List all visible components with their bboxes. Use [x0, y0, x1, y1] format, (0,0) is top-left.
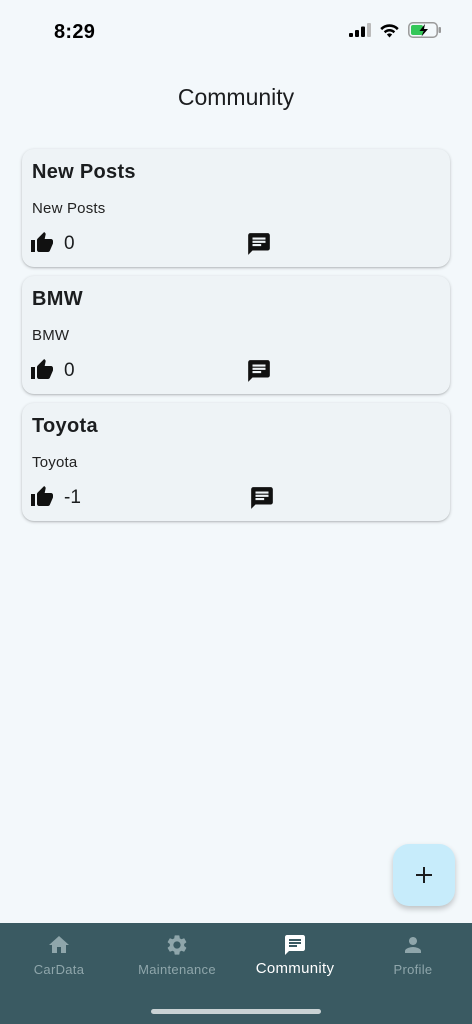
post-title: New Posts [32, 161, 136, 183]
comment-icon[interactable] [246, 231, 272, 257]
add-post-button[interactable] [393, 844, 455, 906]
post-body: Toyota [32, 454, 78, 471]
chat-icon [285, 935, 305, 955]
thumbs-up-icon[interactable] [30, 358, 54, 382]
battery-charging-icon [408, 22, 441, 38]
nav-item-community[interactable]: Community [236, 923, 354, 1003]
nav-item-cardata[interactable]: CarData [0, 923, 118, 1003]
post-body: BMW [32, 327, 70, 344]
nav-label: Maintenance [138, 962, 216, 977]
nav-label: Community [255, 960, 335, 977]
post-card[interactable]: New Posts New Posts 0 [22, 149, 450, 267]
like-count: 0 [64, 233, 75, 254]
post-card[interactable]: BMW BMW 0 [22, 276, 450, 394]
gear-icon [167, 935, 187, 955]
post-card[interactable]: Toyota Toyota -1 [22, 403, 450, 521]
comment-icon[interactable] [249, 485, 275, 511]
post-title: Toyota [32, 415, 98, 437]
home-indicator [151, 1009, 321, 1014]
post-title: BMW [32, 288, 83, 310]
thumbs-up-icon[interactable] [30, 231, 54, 255]
thumbs-up-icon[interactable] [30, 485, 54, 509]
status-time: 8:29 [54, 21, 96, 43]
nav-item-profile[interactable]: Profile [354, 923, 472, 1003]
status-icons [349, 22, 442, 38]
status-bar: 8:29 [0, 0, 472, 62]
nav-label: Profile [393, 962, 433, 977]
nav-item-maintenance[interactable]: Maintenance [118, 923, 236, 1003]
home-icon [49, 936, 69, 953]
page-title: Community [177, 84, 295, 110]
plus-icon [416, 867, 432, 883]
nav-label: CarData [33, 962, 85, 977]
wifi-icon [380, 23, 399, 37]
like-count: -1 [64, 487, 81, 508]
like-count: 0 [64, 360, 75, 381]
post-body: New Posts [32, 200, 106, 217]
cellular-signal-icon [349, 23, 371, 37]
person-icon [405, 937, 421, 953]
comment-icon[interactable] [246, 358, 272, 384]
post-list: New Posts New Posts 0 BMW BMW 0 Toyota T… [22, 149, 450, 530]
